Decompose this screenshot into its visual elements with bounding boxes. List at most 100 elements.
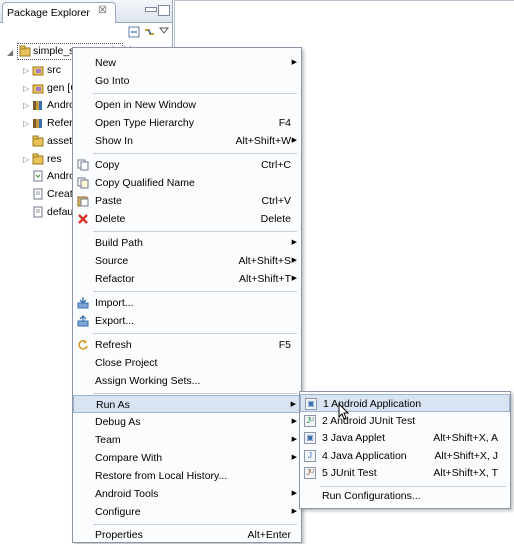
tree-item-label: src bbox=[47, 64, 61, 76]
expand-twisty-icon[interactable]: ▷ bbox=[23, 97, 29, 114]
menu-item-debug-as[interactable]: Debug As ▶ bbox=[73, 413, 301, 431]
link-with-editor-icon[interactable] bbox=[143, 25, 156, 38]
submenu-item[interactable]: ▣ 1 Android Application bbox=[300, 394, 510, 412]
menu-item-close-project[interactable]: Close Project bbox=[73, 354, 301, 372]
export-icon bbox=[77, 315, 89, 327]
library-icon bbox=[33, 101, 42, 111]
folder-icon bbox=[32, 135, 44, 147]
menu-label: Run Configurations... bbox=[322, 490, 421, 502]
delete-icon bbox=[78, 214, 88, 224]
menu-item-open-in-new-window[interactable]: Open in New Window bbox=[73, 96, 301, 114]
launch-type-icon: Jᵁ bbox=[304, 467, 316, 480]
shortcut: Alt+Shift+X, A bbox=[433, 432, 498, 445]
submenu-arrow-icon: ▶ bbox=[291, 275, 297, 282]
tab-package-explorer[interactable]: Package Explorer ☒ bbox=[2, 2, 116, 23]
menu-label: Restore from Local History... bbox=[95, 470, 228, 482]
menu-item-show-in[interactable]: Show In Alt+Shift+W ▶ bbox=[73, 132, 301, 150]
menu-item-new[interactable]: New ▶ bbox=[73, 54, 301, 72]
submenu-arrow-icon: ▶ bbox=[291, 508, 297, 515]
launch-type-icon: Jᵁ bbox=[304, 414, 316, 427]
refresh-icon bbox=[78, 340, 88, 350]
shortcut: Alt+Shift+S bbox=[238, 255, 291, 267]
launch-type-icon: J bbox=[304, 449, 316, 462]
menu-separator bbox=[93, 393, 297, 394]
expand-twisty-icon[interactable]: ▷ bbox=[23, 62, 29, 79]
import-icon bbox=[77, 297, 89, 309]
menu-item-import[interactable]: Import... bbox=[73, 294, 301, 312]
shortcut: F4 bbox=[278, 117, 291, 129]
submenu-item[interactable]: J 4 Java Application Alt+Shift+X, J bbox=[300, 447, 510, 465]
menu-item-assign-working-sets[interactable]: Assign Working Sets... bbox=[73, 372, 301, 390]
menu-item-refactor[interactable]: Refactor Alt+Shift+T ▶ bbox=[73, 270, 301, 288]
close-icon[interactable]: ☒ bbox=[98, 5, 107, 16]
menu-separator bbox=[93, 231, 297, 232]
context-menu: New ▶ Go Into Open in New Window Open Typ… bbox=[72, 47, 302, 543]
tree-item-label: Creati bbox=[47, 187, 76, 200]
menu-item-team[interactable]: Team ▶ bbox=[73, 431, 301, 449]
menu-label: Copy Qualified Name bbox=[95, 177, 195, 189]
collapse-all-icon[interactable] bbox=[128, 26, 140, 38]
menu-item-run-configurations[interactable]: Run Configurations... bbox=[300, 487, 510, 505]
menu-item-copy[interactable]: Copy Ctrl+C bbox=[73, 156, 301, 174]
shortcut: Alt+Shift+X, J bbox=[434, 449, 498, 462]
menu-label: Show In bbox=[95, 135, 133, 147]
view-menu-icon[interactable] bbox=[159, 26, 169, 36]
menu-label: Debug As bbox=[95, 416, 141, 428]
xml-file-icon bbox=[33, 170, 43, 182]
submenu-item[interactable]: Jᵁ 5 JUnit Test Alt+Shift+X, T bbox=[300, 464, 510, 482]
expand-twisty-icon[interactable]: ▷ bbox=[23, 80, 29, 97]
paste-icon bbox=[77, 196, 89, 207]
menu-item-restore-local-history[interactable]: Restore from Local History... bbox=[73, 467, 301, 485]
menu-label: 2 Android JUnit Test bbox=[322, 414, 416, 427]
menu-item-refresh[interactable]: Refresh F5 bbox=[73, 336, 301, 354]
shortcut: Alt+Shift+X, T bbox=[433, 467, 498, 480]
menu-label: Copy bbox=[95, 159, 120, 171]
tab-label: Package Explorer bbox=[7, 7, 90, 19]
menu-item-android-tools[interactable]: Android Tools ▶ bbox=[73, 485, 301, 503]
maximize-icon[interactable] bbox=[158, 5, 170, 16]
menu-item-source[interactable]: Source Alt+Shift+S ▶ bbox=[73, 252, 301, 270]
tree-item-label: Andro bbox=[47, 170, 76, 183]
menu-item-copy-qualified-name[interactable]: Copy Qualified Name bbox=[73, 174, 301, 192]
expand-twisty-icon[interactable]: ▷ bbox=[23, 115, 29, 132]
shortcut: Ctrl+V bbox=[261, 195, 291, 207]
shortcut: F5 bbox=[278, 339, 291, 351]
menu-item-compare-with[interactable]: Compare With ▶ bbox=[73, 449, 301, 467]
file-icon bbox=[33, 188, 43, 200]
submenu-arrow-icon: ▶ bbox=[291, 490, 297, 497]
menu-item-build-path[interactable]: Build Path ▶ bbox=[73, 234, 301, 252]
menu-label: Close Project bbox=[95, 357, 158, 369]
menu-label: Delete bbox=[95, 213, 126, 225]
menu-item-open-type-hierarchy[interactable]: Open Type Hierarchy F4 bbox=[73, 114, 301, 132]
menu-label: Import... bbox=[95, 297, 134, 309]
submenu-item[interactable]: Jᵁ 2 Android JUnit Test bbox=[300, 412, 510, 430]
folder-icon bbox=[32, 153, 44, 164]
shortcut: Alt+Shift+W bbox=[235, 135, 291, 147]
menu-separator bbox=[93, 93, 297, 94]
package-folder-icon bbox=[32, 66, 44, 76]
menu-label: Build Path bbox=[95, 237, 143, 249]
file-icon bbox=[33, 206, 43, 218]
menu-item-configure[interactable]: Configure ▶ bbox=[73, 503, 301, 521]
menu-item-delete[interactable]: Delete Delete bbox=[73, 210, 301, 228]
menu-label: Paste bbox=[95, 195, 122, 207]
library-icon bbox=[33, 119, 42, 129]
shortcut: Alt+Shift+T bbox=[239, 273, 291, 285]
submenu-arrow-icon: ▶ bbox=[291, 59, 297, 66]
menu-label: Team bbox=[95, 434, 121, 446]
menu-item-paste[interactable]: Paste Ctrl+V bbox=[73, 192, 301, 210]
expand-twisty-icon[interactable]: ▷ bbox=[23, 151, 29, 168]
expand-twisty-icon[interactable]: ◢ bbox=[7, 48, 13, 57]
menu-item-run-as[interactable]: Run As ▶ bbox=[73, 395, 301, 413]
launch-type-icon: ▣ bbox=[304, 432, 316, 445]
submenu-item[interactable]: ▣ 3 Java Applet Alt+Shift+X, A bbox=[300, 429, 510, 447]
menu-item-export[interactable]: Export... bbox=[73, 312, 301, 330]
menu-item-properties[interactable]: Properties Alt+Enter bbox=[73, 526, 301, 544]
minimize-icon[interactable] bbox=[145, 7, 157, 12]
mouse-cursor-icon bbox=[338, 403, 350, 420]
menu-item-go-into[interactable]: Go Into bbox=[73, 72, 301, 90]
launch-type-icon: ▣ bbox=[305, 398, 317, 410]
menu-label: Refresh bbox=[95, 339, 132, 351]
copy-qualified-icon bbox=[77, 177, 89, 189]
shortcut: Alt+Enter bbox=[247, 529, 291, 541]
